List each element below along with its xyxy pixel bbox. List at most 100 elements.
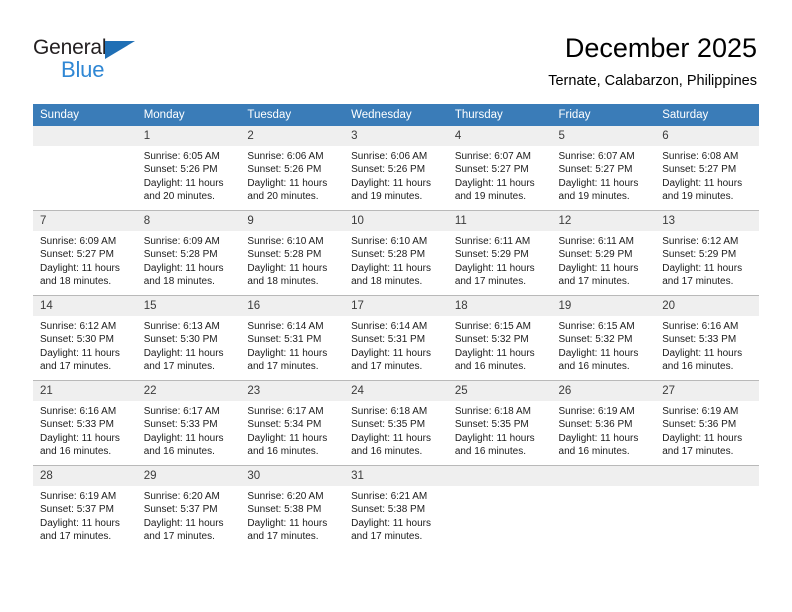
daylight-text-cont: and 17 minutes.: [558, 276, 630, 288]
daylight-text-cont: and 16 minutes.: [247, 446, 319, 458]
daylight-text-cont: and 17 minutes.: [247, 531, 319, 543]
day-number: 9: [240, 211, 345, 231]
calendar-day-cell[interactable]: 6 Sunrise: 6:08 AM Sunset: 5:27 PM Daylight…: [655, 126, 759, 211]
sunset-text: Sunset: 5:35 PM: [454, 419, 529, 431]
calendar-day-cell[interactable]: 27 Sunrise: 6:19 AM Sunset: 5:36 PM Dayligh…: [655, 380, 759, 466]
calendar-day-cell[interactable]: 21 Sunrise: 6:16 AM Sunset: 5:33 PM Dayligh…: [33, 380, 137, 466]
calendar-day-cell[interactable]: 12 Sunrise: 6:11 AM Sunset: 5:29 PM Dayligh…: [551, 210, 656, 296]
day-details: Sunrise: 6:11 AM Sunset: 5:29 PM Daylight:…: [552, 231, 656, 289]
day-details: Sunrise: 6:18 AM Sunset: 5:35 PM Daylight:…: [344, 401, 448, 459]
calendar-day-cell[interactable]: 29 Sunrise: 6:20 AM Sunset: 5:37 PM Dayligh…: [136, 465, 241, 550]
day-number: 25: [447, 381, 552, 401]
calendar-day-cell[interactable]: 15 Sunrise: 6:13 AM Sunset: 5:30 PM Dayligh…: [136, 295, 241, 381]
sunrise-text: Sunrise: 6:11 AM: [454, 236, 531, 247]
sunrise-text: Sunrise: 6:17 AM: [143, 406, 220, 417]
sunrise-text: Sunrise: 6:09 AM: [40, 236, 117, 247]
day-number: 18: [447, 296, 552, 316]
day-details: Sunrise: 6:14 AM Sunset: 5:31 PM Daylight:…: [240, 316, 344, 374]
calendar-day-cell[interactable]: 26 Sunrise: 6:19 AM Sunset: 5:36 PM Dayligh…: [551, 380, 656, 466]
day-number: 19: [551, 296, 656, 316]
daylight-text: Daylight: 11 hours: [40, 262, 120, 274]
sunset-text: Sunset: 5:33 PM: [40, 419, 114, 431]
weekday-header-saturday: Saturday: [655, 104, 759, 126]
sunset-text: Sunset: 5:29 PM: [558, 249, 633, 261]
daylight-text: Daylight: 11 hours: [558, 347, 639, 359]
calendar-day-cell[interactable]: 31 Sunrise: 6:21 AM Sunset: 5:38 PM Dayligh…: [344, 465, 448, 550]
daylight-text-cont: and 19 minutes.: [558, 191, 630, 203]
sunset-text: Sunset: 5:31 PM: [247, 334, 322, 346]
sunrise-text: Sunrise: 6:19 AM: [662, 406, 739, 417]
sunset-text: Sunset: 5:28 PM: [351, 249, 426, 261]
calendar-day-cell[interactable]: 13 Sunrise: 6:12 AM Sunset: 5:29 PM Dayligh…: [655, 210, 759, 296]
day-details: [655, 486, 759, 490]
sunrise-text: Sunrise: 6:16 AM: [662, 321, 739, 332]
calendar-day-cell[interactable]: 28 Sunrise: 6:19 AM Sunset: 5:37 PM Dayligh…: [33, 465, 137, 550]
daylight-text: Daylight: 11 hours: [247, 347, 328, 359]
sunrise-text: Sunrise: 6:07 AM: [454, 151, 531, 162]
daylight-text: Daylight: 11 hours: [662, 177, 743, 189]
calendar-day-cell[interactable]: 2 Sunrise: 6:06 AM Sunset: 5:26 PM Daylight…: [240, 126, 345, 211]
calendar-day-cell[interactable]: 30 Sunrise: 6:20 AM Sunset: 5:38 PM Dayligh…: [240, 465, 345, 550]
day-details: Sunrise: 6:06 AM Sunset: 5:26 PM Daylight:…: [240, 146, 344, 204]
sunrise-text: Sunrise: 6:18 AM: [351, 406, 428, 417]
daylight-text: Daylight: 11 hours: [247, 177, 328, 189]
calendar-day-cell[interactable]: 17 Sunrise: 6:14 AM Sunset: 5:31 PM Dayligh…: [344, 295, 448, 381]
calendar-day-cell[interactable]: 24 Sunrise: 6:18 AM Sunset: 5:35 PM Dayligh…: [344, 380, 448, 466]
day-number: 1: [136, 126, 241, 146]
calendar-day-cell[interactable]: 22 Sunrise: 6:17 AM Sunset: 5:33 PM Dayligh…: [136, 380, 241, 466]
general-blue-logo[interactable]: General Blue: [33, 36, 203, 84]
calendar-day-cell[interactable]: 1 Sunrise: 6:05 AM Sunset: 5:26 PM Daylight…: [136, 126, 241, 211]
daylight-text: Daylight: 11 hours: [247, 432, 328, 444]
sunrise-text: Sunrise: 6:08 AM: [662, 151, 739, 162]
sunset-text: Sunset: 5:27 PM: [40, 249, 114, 261]
calendar-day-cell[interactable]: 14 Sunrise: 6:12 AM Sunset: 5:30 PM Dayligh…: [33, 295, 137, 381]
calendar-day-cell[interactable]: 7 Sunrise: 6:09 AM Sunset: 5:27 PM Daylight…: [33, 210, 137, 296]
daylight-text-cont: and 16 minutes.: [454, 446, 526, 458]
calendar-day-cell[interactable]: 5 Sunrise: 6:07 AM Sunset: 5:27 PM Daylight…: [551, 126, 656, 211]
calendar-day-cell[interactable]: 4 Sunrise: 6:07 AM Sunset: 5:27 PM Daylight…: [447, 126, 552, 211]
daylight-text: Daylight: 11 hours: [351, 517, 431, 529]
page-subtitle: Ternate, Calabarzon, Philippines: [548, 73, 757, 89]
day-number: 16: [240, 296, 345, 316]
calendar-day-cell[interactable]: 20 Sunrise: 6:16 AM Sunset: 5:33 PM Dayligh…: [655, 295, 759, 381]
weekday-header-row: Sunday Monday Tuesday Wednesday Thursday…: [33, 104, 759, 126]
calendar-empty-cell: [447, 465, 552, 550]
day-number: 23: [240, 381, 345, 401]
calendar-day-cell[interactable]: 16 Sunrise: 6:14 AM Sunset: 5:31 PM Dayligh…: [240, 295, 345, 381]
day-details: Sunrise: 6:15 AM Sunset: 5:32 PM Daylight:…: [448, 316, 552, 374]
day-details: [552, 486, 656, 490]
daylight-text: Daylight: 11 hours: [247, 262, 328, 274]
calendar-day-cell[interactable]: 10 Sunrise: 6:10 AM Sunset: 5:28 PM Dayligh…: [344, 210, 448, 296]
day-details: Sunrise: 6:12 AM Sunset: 5:29 PM Daylight:…: [655, 231, 759, 289]
sunset-text: Sunset: 5:26 PM: [143, 164, 218, 176]
sunrise-text: Sunrise: 6:19 AM: [40, 491, 117, 502]
calendar-day-cell[interactable]: 25 Sunrise: 6:18 AM Sunset: 5:35 PM Dayligh…: [447, 380, 552, 466]
calendar-day-cell[interactable]: 23 Sunrise: 6:17 AM Sunset: 5:34 PM Dayligh…: [240, 380, 345, 466]
sunrise-text: Sunrise: 6:15 AM: [558, 321, 635, 332]
calendar-day-cell[interactable]: 18 Sunrise: 6:15 AM Sunset: 5:32 PM Dayligh…: [447, 295, 552, 381]
daylight-text-cont: and 19 minutes.: [662, 191, 734, 203]
calendar-grid: Sunday Monday Tuesday Wednesday Thursday…: [33, 104, 759, 550]
calendar-day-cell[interactable]: 11 Sunrise: 6:11 AM Sunset: 5:29 PM Dayligh…: [447, 210, 552, 296]
daylight-text-cont: and 18 minutes.: [143, 276, 215, 288]
calendar-day-cell[interactable]: 9 Sunrise: 6:10 AM Sunset: 5:28 PM Daylight…: [240, 210, 345, 296]
calendar-day-cell[interactable]: 19 Sunrise: 6:15 AM Sunset: 5:32 PM Dayligh…: [551, 295, 656, 381]
day-details: Sunrise: 6:06 AM Sunset: 5:26 PM Daylight:…: [344, 146, 448, 204]
day-number: 20: [655, 296, 759, 316]
daylight-text-cont: and 17 minutes.: [351, 361, 423, 373]
daylight-text: Daylight: 11 hours: [454, 177, 535, 189]
calendar-day-cell[interactable]: 8 Sunrise: 6:09 AM Sunset: 5:28 PM Daylight…: [136, 210, 241, 296]
day-details: [448, 486, 552, 490]
page-header: General Blue December 2025 Ternate, Cala…: [0, 0, 792, 103]
day-details: Sunrise: 6:19 AM Sunset: 5:37 PM Daylight:…: [33, 486, 137, 544]
day-details: Sunrise: 6:11 AM Sunset: 5:29 PM Daylight:…: [448, 231, 552, 289]
daylight-text-cont: and 19 minutes.: [454, 191, 526, 203]
calendar-day-cell[interactable]: 3 Sunrise: 6:06 AM Sunset: 5:26 PM Daylight…: [344, 126, 448, 211]
daylight-text: Daylight: 11 hours: [454, 432, 535, 444]
day-details: Sunrise: 6:09 AM Sunset: 5:27 PM Daylight:…: [33, 231, 137, 289]
daylight-text: Daylight: 11 hours: [351, 177, 431, 189]
sunset-text: Sunset: 5:33 PM: [143, 419, 218, 431]
daylight-text: Daylight: 11 hours: [143, 432, 224, 444]
daylight-text: Daylight: 11 hours: [143, 517, 224, 529]
sunrise-text: Sunrise: 6:18 AM: [454, 406, 531, 417]
